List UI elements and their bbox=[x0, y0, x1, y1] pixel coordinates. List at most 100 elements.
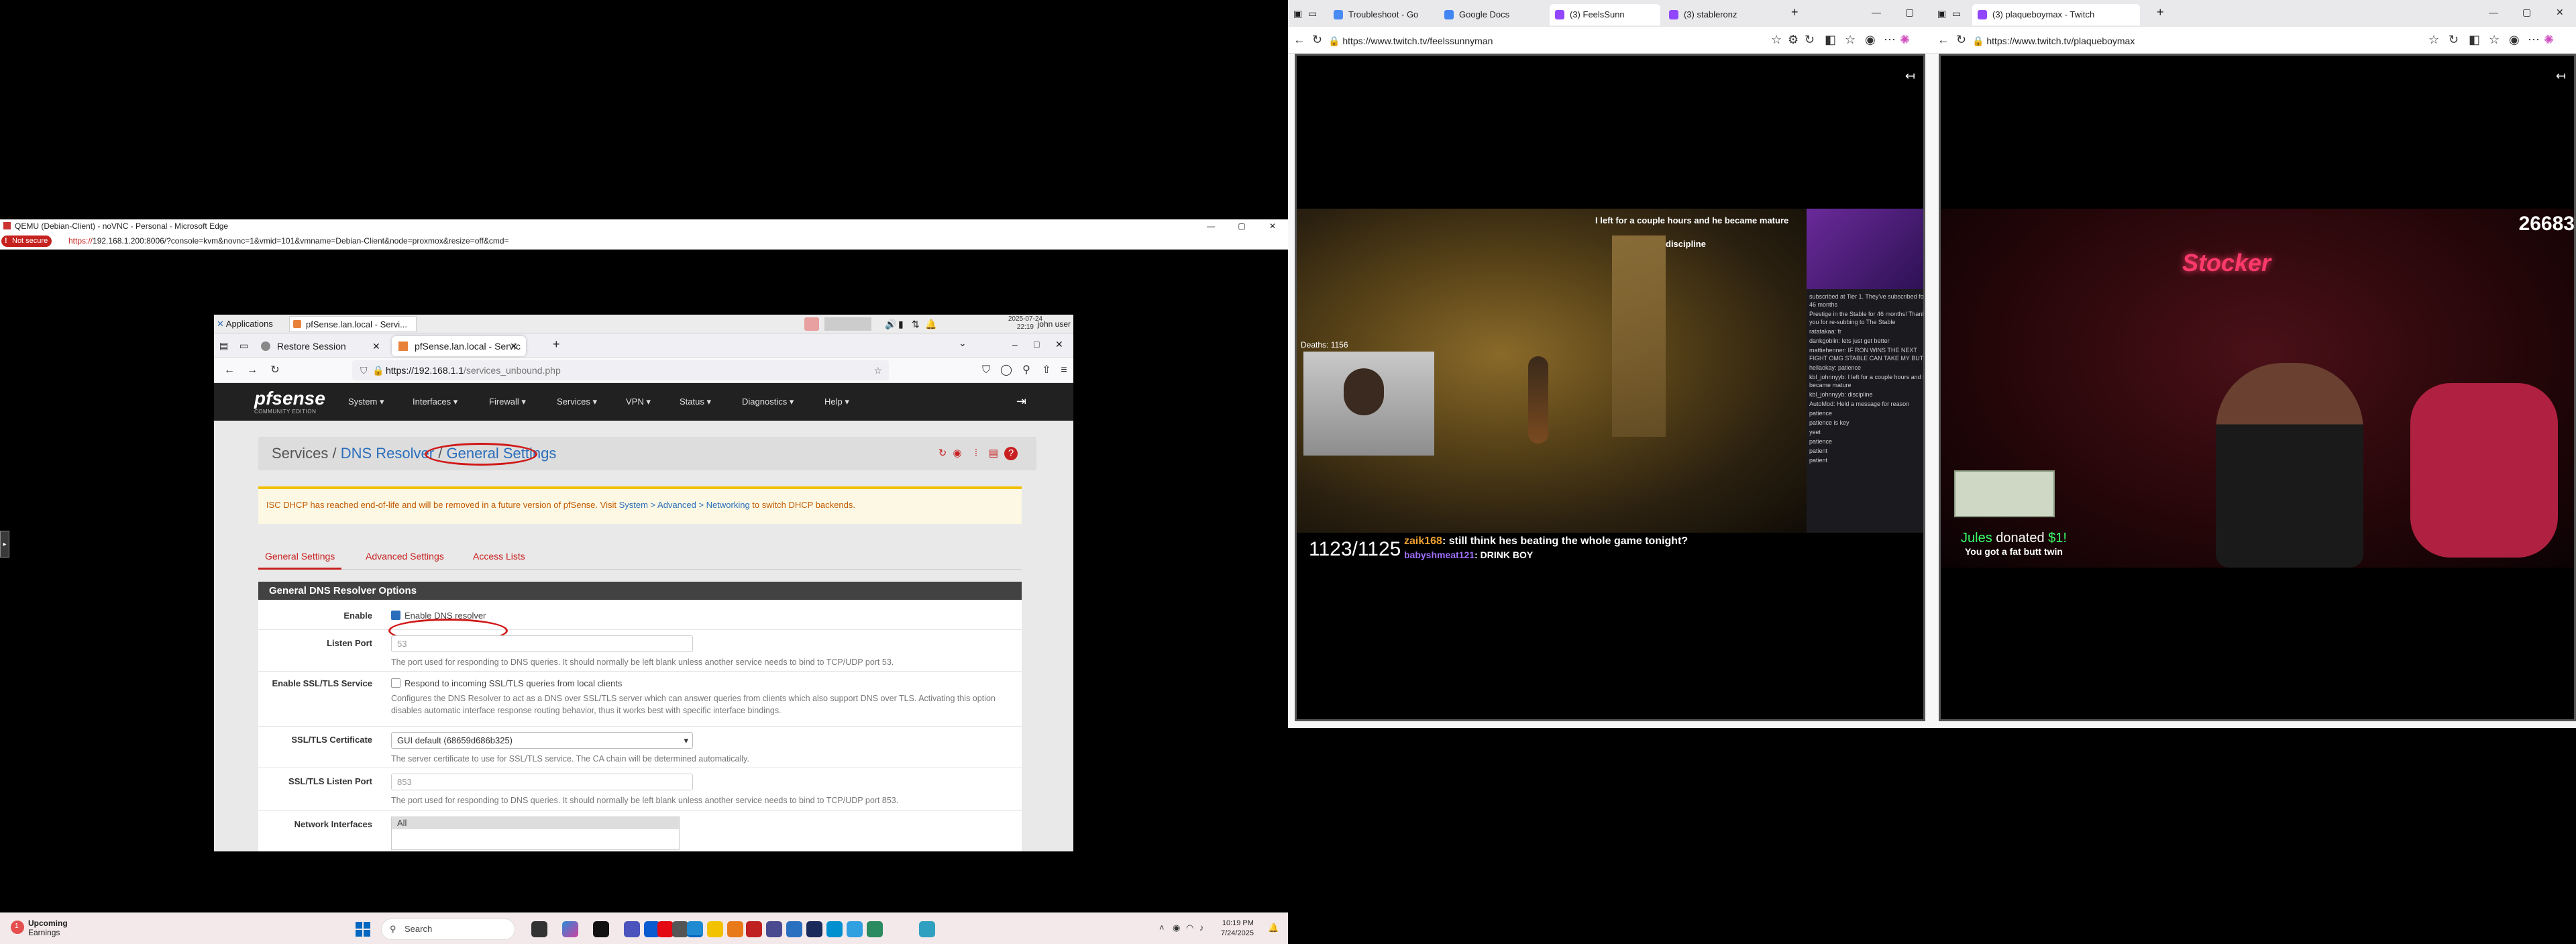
maximize-icon[interactable]: ▢ bbox=[1905, 7, 1914, 18]
tab-access-lists[interactable]: Access Lists bbox=[473, 549, 525, 570]
workspace-switcher[interactable] bbox=[824, 317, 871, 331]
applications-menu[interactable]: ✕ Applications bbox=[217, 315, 273, 333]
profile-avatar-icon[interactable]: ◉ bbox=[2509, 33, 2520, 47]
notification-bell-icon[interactable]: 🔔 bbox=[1268, 923, 1279, 933]
teams-icon[interactable] bbox=[624, 921, 640, 937]
taskbar-window-button[interactable]: pfSense.lan.local - Servi... bbox=[289, 316, 417, 332]
tab-close-icon[interactable]: ✕ bbox=[372, 336, 380, 356]
widgets-button[interactable]: 1 Upcoming Earnings bbox=[11, 919, 68, 937]
tracking-shield-icon[interactable]: ⛉ bbox=[360, 360, 368, 380]
split-screen-icon[interactable]: ◧ bbox=[1825, 33, 1836, 47]
copilot-icon[interactable]: ✺ bbox=[1900, 33, 1910, 47]
app-green-icon[interactable] bbox=[867, 921, 883, 937]
workspaces-icon[interactable]: ▣ bbox=[1293, 8, 1302, 19]
logout-icon[interactable]: ⇥ bbox=[1016, 395, 1026, 409]
tab-list-icon[interactable]: ▤ bbox=[219, 340, 228, 352]
tab-feelssunnyman[interactable]: (3) FeelsSunn bbox=[1550, 4, 1660, 25]
twitch-player[interactable]: ↤ Stocker 26683 Jules donated $1! You go… bbox=[1939, 54, 2576, 721]
ff-minimize-button[interactable]: – bbox=[1012, 339, 1018, 350]
novnc-sidebar-handle[interactable]: ▸ bbox=[0, 531, 9, 558]
netif-listbox[interactable]: All bbox=[391, 817, 680, 850]
breadcrumb-dns-resolver[interactable]: DNS Resolver bbox=[341, 445, 434, 462]
url-bar[interactable]: ⛉ 🔒 https://192.168.1.1/services_unbound… bbox=[352, 360, 889, 380]
menu-firewall[interactable]: Firewall ▾ bbox=[489, 383, 526, 421]
sidebar-icon[interactable]: ▭ bbox=[239, 340, 248, 352]
app-discord-icon[interactable] bbox=[766, 921, 782, 937]
menu-system[interactable]: System ▾ bbox=[348, 383, 384, 421]
windows-start-icon[interactable] bbox=[356, 922, 370, 937]
copilot-icon[interactable] bbox=[562, 921, 578, 937]
forward-arrow-icon[interactable]: → bbox=[245, 363, 260, 378]
theater-exit-icon[interactable]: ↤ bbox=[2556, 69, 2566, 83]
favorites-star-icon[interactable]: ☆ bbox=[2428, 33, 2439, 47]
streamer-video[interactable]: Stocker 26683 Jules donated $1! You got … bbox=[1941, 209, 2574, 568]
tab-actions-icon[interactable]: ▭ bbox=[1952, 8, 1961, 19]
wifi-icon[interactable]: ◠ bbox=[1186, 923, 1193, 933]
app-blue-icon[interactable] bbox=[786, 921, 802, 937]
profile-avatar-icon[interactable]: ◉ bbox=[1865, 33, 1876, 47]
menu-help[interactable]: Help ▾ bbox=[824, 383, 849, 421]
tab-restore-session[interactable]: Restore Session ✕ bbox=[254, 336, 388, 356]
app-cyan-icon[interactable] bbox=[826, 921, 843, 937]
refresh-icon[interactable]: ↻ bbox=[1805, 33, 1815, 47]
maximize-button[interactable]: ▢ bbox=[1226, 219, 1257, 233]
back-arrow-icon[interactable]: ← bbox=[1293, 33, 1305, 47]
share-icon[interactable]: ⇧ bbox=[1039, 363, 1054, 378]
ff-maximize-button[interactable]: □ bbox=[1034, 339, 1039, 350]
firefox-taskbar-icon[interactable] bbox=[727, 921, 743, 937]
refresh-icon[interactable]: ↻ bbox=[2449, 33, 2459, 47]
account-icon[interactable]: ◯ bbox=[999, 363, 1014, 378]
twitch-player[interactable]: ↤ I left for a couple hours and he becam… bbox=[1295, 54, 1925, 721]
app-red-icon[interactable] bbox=[746, 921, 762, 937]
battery-icon[interactable]: ▮ bbox=[898, 317, 904, 331]
status-graph-icon[interactable]: ⁞ bbox=[969, 447, 983, 460]
tab-close-icon[interactable]: ✕ bbox=[510, 336, 518, 356]
listen-port-input[interactable]: 53 bbox=[391, 635, 693, 652]
menu-services[interactable]: Services ▾ bbox=[557, 383, 597, 421]
url-bar[interactable]: 🔒 https://www.twitch.tv/plaqueboymax bbox=[1972, 31, 2415, 51]
netif-option-all[interactable]: All bbox=[392, 817, 679, 829]
edge-icon[interactable] bbox=[687, 921, 703, 937]
close-icon[interactable]: ✕ bbox=[2556, 7, 2564, 18]
app-light-blue-icon[interactable] bbox=[847, 921, 863, 937]
menu-status[interactable]: Status ▾ bbox=[680, 383, 711, 421]
extension-icon[interactable]: ⚙ bbox=[1788, 33, 1799, 47]
minimize-button[interactable]: — bbox=[1195, 219, 1226, 233]
tray-indicator-icon[interactable] bbox=[804, 317, 819, 331]
notification-icon[interactable]: 🔔 bbox=[925, 317, 936, 331]
favorites-star-icon[interactable]: ☆ bbox=[1771, 33, 1782, 47]
file-explorer-icon[interactable] bbox=[707, 921, 723, 937]
new-tab-button[interactable]: + bbox=[553, 337, 560, 352]
favorites-icon[interactable]: ☆ bbox=[2489, 33, 2500, 47]
reload-icon[interactable]: ↻ bbox=[268, 363, 282, 378]
close-button[interactable]: ✕ bbox=[1257, 219, 1288, 233]
more-icon[interactable]: ⋯ bbox=[2528, 33, 2540, 47]
app-teal-icon[interactable] bbox=[919, 921, 935, 937]
ssl-checkbox[interactable]: Respond to incoming SSL/TLS queries from… bbox=[391, 678, 1015, 688]
app-icon[interactable] bbox=[672, 921, 688, 937]
user-menu[interactable]: john user bbox=[1038, 315, 1071, 333]
menu-diagnostics[interactable]: Diagnostics ▾ bbox=[742, 383, 794, 421]
netflix-icon[interactable] bbox=[657, 921, 674, 937]
tab-pfsense[interactable]: pfSense.lan.local - Servic ✕ bbox=[392, 336, 526, 356]
not-secure-badge[interactable]: Not secure bbox=[1, 235, 52, 247]
maximize-icon[interactable]: ▢ bbox=[2522, 7, 2531, 18]
extensions-icon[interactable]: ⚲ bbox=[1019, 363, 1034, 378]
favorites-icon[interactable]: ☆ bbox=[1845, 33, 1856, 47]
pfsense-logo[interactable]: pfsense COMMUNITY EDITION bbox=[254, 388, 325, 415]
url-bar[interactable]: 🔒 https://www.twitch.tv/feelssunnyman bbox=[1328, 31, 1758, 51]
checkbox-unchecked-icon[interactable] bbox=[391, 678, 400, 688]
reload-icon[interactable]: ↻ bbox=[1312, 33, 1322, 47]
back-arrow-icon[interactable]: ← bbox=[222, 363, 237, 378]
back-arrow-icon[interactable]: ← bbox=[1937, 33, 1949, 47]
copilot-icon[interactable]: ✺ bbox=[2544, 33, 2554, 47]
theater-exit-icon[interactable]: ↤ bbox=[1905, 69, 1915, 83]
workspaces-icon[interactable]: ▣ bbox=[1937, 8, 1946, 19]
help-icon[interactable]: ? bbox=[1004, 447, 1018, 460]
tab-google-docs[interactable]: Google Docs bbox=[1439, 4, 1546, 25]
warning-link[interactable]: System > Advanced > Networking bbox=[619, 500, 750, 510]
tab-general-settings[interactable]: General Settings bbox=[258, 549, 342, 570]
ff-close-button[interactable]: ✕ bbox=[1055, 339, 1063, 350]
tab-advanced-settings[interactable]: Advanced Settings bbox=[366, 549, 444, 570]
tab-actions-icon[interactable]: ▭ bbox=[1308, 8, 1317, 19]
